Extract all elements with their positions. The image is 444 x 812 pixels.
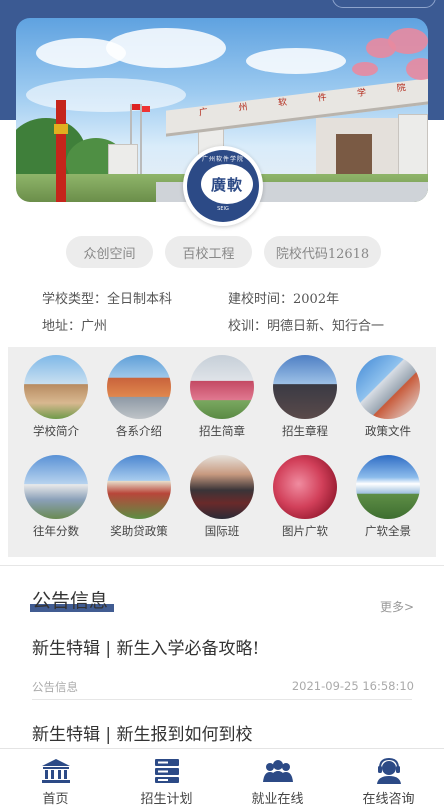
cloud (106, 28, 226, 68)
grid-label: 往年分数 (33, 524, 79, 538)
grid-item-gallery[interactable]: 图片广软 (263, 455, 347, 539)
gallery-photo (273, 455, 337, 519)
department-photo (107, 355, 171, 419)
tab-employment[interactable]: 就业在线 (222, 749, 333, 812)
grid-item-international-class[interactable]: 国际班 (180, 455, 264, 539)
aid-policy-photo (107, 455, 171, 519)
tag-hundred-schools[interactable]: 百校工程 (165, 236, 252, 268)
tab-home[interactable]: 首页 (0, 749, 111, 812)
capsule-menu[interactable] (332, 0, 436, 8)
tab-label: 首页 (42, 792, 69, 807)
news-divider (32, 699, 412, 700)
blossom (388, 28, 428, 54)
grid-label: 招生章程 (282, 424, 328, 438)
server-stack-icon (151, 757, 183, 785)
grid-label: 广软全景 (365, 524, 411, 538)
founded-year: 建校时间：2002年 (228, 292, 340, 307)
news-item-title[interactable]: 新生特辑 | 新生报到如何到校 (32, 720, 253, 745)
tab-label: 招生计划 (140, 792, 193, 807)
grid-label: 招生简章 (199, 424, 245, 438)
tab-label: 在线咨询 (362, 792, 415, 807)
news-item-category: 公告信息 (32, 680, 78, 694)
grid-label: 奖助贷政策 (110, 524, 168, 538)
news-item-meta: 公告信息 2021-09-25 16:58:10 (32, 679, 414, 695)
grid-label: 学校简介 (33, 424, 79, 438)
cloud (246, 48, 346, 74)
blossom (352, 62, 378, 76)
flagpole (140, 104, 142, 180)
flag (132, 104, 140, 110)
seal-year: SEIG (217, 206, 229, 212)
tab-online-consult[interactable]: 在线咨询 (333, 749, 444, 812)
grid-item-past-scores[interactable]: 往年分数 (14, 455, 98, 539)
grid-label: 各系介绍 (116, 424, 162, 438)
policy-photo (356, 355, 420, 419)
bottom-tab-bar: 首页 招生计划 就业在线 在线咨询 (0, 748, 444, 812)
flag (142, 106, 150, 112)
past-scores-photo (24, 455, 88, 519)
grid-item-aid-policy[interactable]: 奖助贷政策 (97, 455, 181, 539)
school-address: 地址：广州 (42, 319, 108, 334)
grid-item-school-intro[interactable]: 学校简介 (14, 355, 98, 439)
feature-grid: 学校简介 各系介绍 招生简章 招生章程 政策文件 往年分数 奖助贷政策 国际班 … (8, 347, 436, 557)
grid-item-admission-charter[interactable]: 招生章程 (263, 355, 347, 439)
red-pillar-cap (54, 124, 68, 134)
admission-charter-photo (273, 355, 337, 419)
bank-building-icon (40, 757, 72, 785)
grid-item-admission-guide[interactable]: 招生简章 (180, 355, 264, 439)
school-motto: 校训：明德日新、知行合一 (228, 319, 385, 334)
tag-school-code[interactable]: 院校代码12618 (264, 236, 381, 268)
grid-label: 国际班 (204, 524, 240, 538)
news-item-time: 2021-09-25 16:58:10 (291, 679, 414, 693)
grid-item-panorama[interactable]: 广软全景 (346, 455, 430, 539)
school-type: 学校类型：全日制本科 (42, 292, 173, 307)
headset-user-icon (373, 757, 405, 785)
grid-label: 政策文件 (365, 424, 411, 438)
panorama-photo (356, 455, 420, 519)
school-intro-photo (24, 355, 88, 419)
cloud (26, 78, 186, 112)
tag-row: 众创空间 百校工程 院校代码12618 (66, 236, 381, 268)
blossom (406, 58, 428, 80)
more-link[interactable]: 更多> (380, 598, 414, 615)
section-divider (0, 565, 444, 566)
red-pillar (56, 100, 66, 202)
seal-main-text: 廣軟 (210, 175, 243, 194)
school-seal-logo: 广州软件学院 廣軟 SEIG (183, 146, 263, 226)
grid-label: 图片广软 (282, 524, 328, 538)
admission-guide-photo (190, 355, 254, 419)
tab-label: 就业在线 (251, 792, 304, 807)
international-class-photo (190, 455, 254, 519)
seal-arc-text: 广州软件学院 (201, 156, 244, 163)
tab-admission-plan[interactable]: 招生计划 (111, 749, 222, 812)
news-item-title[interactable]: 新生特辑 | 新生入学必备攻略! (32, 634, 259, 659)
notice-section-title: 公告信息 (32, 590, 109, 612)
group-users-icon (262, 757, 294, 785)
grid-item-departments[interactable]: 各系介绍 (97, 355, 181, 439)
tag-maker-space[interactable]: 众创空间 (66, 236, 153, 268)
grid-item-policy[interactable]: 政策文件 (346, 355, 430, 439)
